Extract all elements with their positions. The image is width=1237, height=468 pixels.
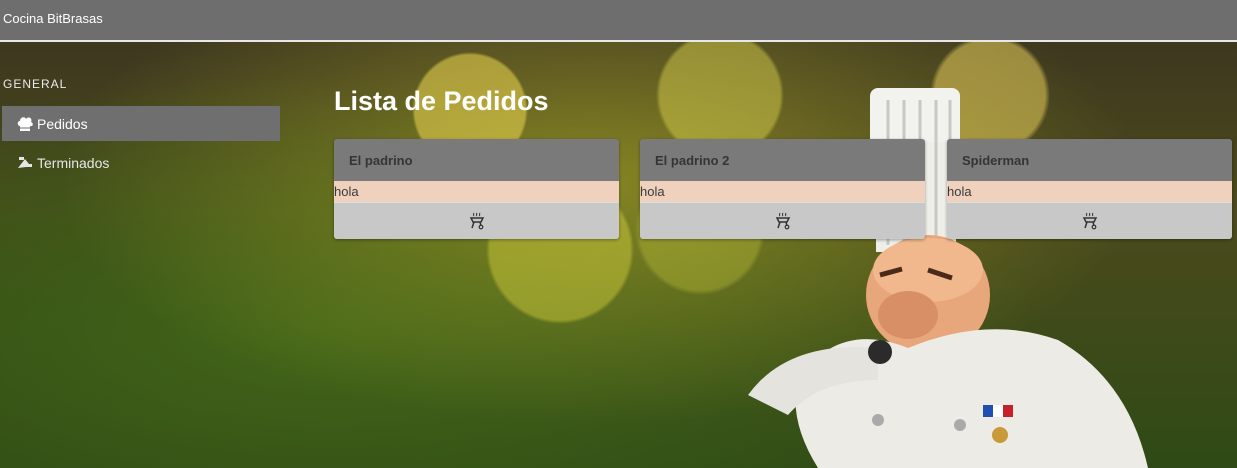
order-card: Spiderman hola (947, 139, 1232, 239)
sidebar-item-label: Terminados (37, 154, 110, 171)
sidebar: GENERAL Pedidos Terminados (0, 44, 290, 468)
chef-hat-icon (17, 116, 33, 131)
order-name: El padrino 2 (640, 139, 925, 181)
sidebar-item-pedidos[interactable]: Pedidos (2, 106, 280, 141)
app-brand[interactable]: Cocina BitBrasas (3, 11, 103, 26)
grill-icon (1082, 212, 1097, 230)
order-note: hola (640, 181, 925, 203)
serving-tray-icon (18, 156, 32, 168)
page-title: Lista de Pedidos (334, 86, 549, 116)
grill-icon (469, 212, 484, 230)
cook-order-button[interactable] (640, 203, 925, 239)
sidebar-item-label: Pedidos (37, 115, 88, 132)
order-name: El padrino (334, 139, 619, 181)
sidebar-section-label: GENERAL (3, 77, 68, 91)
order-name: Spiderman (947, 139, 1232, 181)
top-navbar: Cocina BitBrasas (0, 0, 1237, 42)
grill-icon (775, 212, 790, 230)
order-card: El padrino hola (334, 139, 619, 239)
order-card: El padrino 2 hola (640, 139, 925, 239)
sidebar-item-terminados[interactable]: Terminados (2, 145, 280, 180)
order-note: hola (947, 181, 1232, 203)
order-note: hola (334, 181, 619, 203)
cook-order-button[interactable] (334, 203, 619, 239)
cook-order-button[interactable] (947, 203, 1232, 239)
